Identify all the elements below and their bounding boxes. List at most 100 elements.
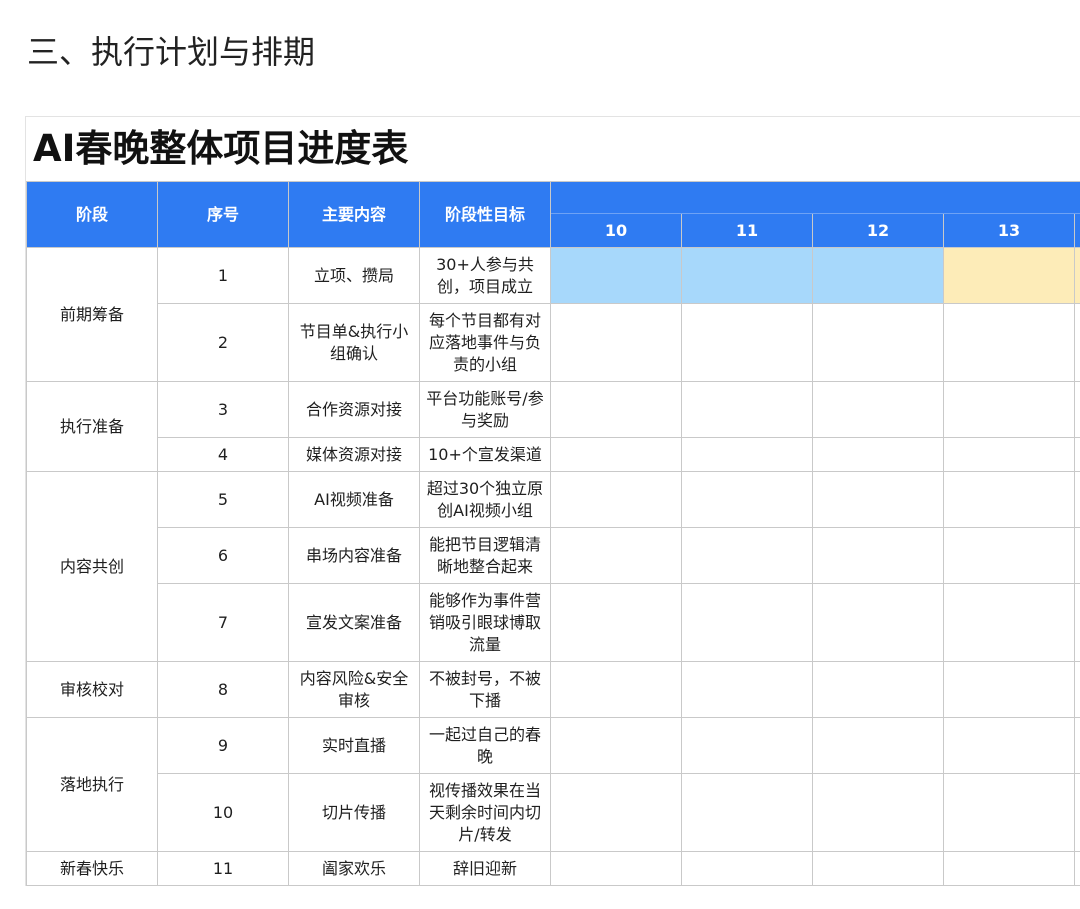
content-cell: 合作资源对接 [288,381,420,438]
gantt-cell [1073,773,1080,852]
goal-cell: 不被封号，不被下播 [419,661,551,718]
table-row: 2 节目单&执行小组确认 每个节目都有对应落地事件与负责的小组 [27,303,1080,382]
section-heading: 三、执行计划与排期 [27,33,316,71]
gantt-cell [1073,437,1080,472]
index-cell: 6 [157,527,289,584]
header-index: 序号 [157,181,289,248]
gantt-cell [1073,583,1080,662]
content-cell: 节目单&执行小组确认 [288,303,420,382]
phase-cell: 新春快乐 [26,851,158,886]
index-cell: 2 [157,303,289,382]
goal-cell: 每个节目都有对应落地事件与负责的小组 [419,303,551,382]
phase-cell: 落地执行 [26,717,158,852]
timeline-header [549,181,1080,214]
gantt-cell [943,437,1075,472]
goal-cell: 超过30个独立原创AI视频小组 [419,471,551,528]
index-cell: 5 [157,471,289,528]
gantt-cell [550,851,682,886]
goal-cell: 平台功能账号/参与奖励 [419,381,551,438]
day-header: 11 [681,213,813,248]
gantt-cell [943,303,1075,382]
gantt-cell [550,381,682,438]
gantt-cell [943,851,1075,886]
gantt-cell-active [681,247,813,304]
day-header: 12 [812,213,944,248]
content-cell: 实时直播 [288,717,420,774]
gantt-cell [1073,717,1080,774]
table-row: 6 串场内容准备 能把节目逻辑清晰地整合起来 [27,527,1080,584]
goal-cell: 能够作为事件营销吸引眼球博取流量 [419,583,551,662]
goal-cell: 10+个宣发渠道 [419,437,551,472]
gantt-cell-active [812,247,944,304]
gantt-cell [681,851,813,886]
index-cell: 11 [157,851,289,886]
goal-cell: 视传播效果在当天剩余时间内切片/转发 [419,773,551,852]
goal-cell: 辞旧迎新 [419,851,551,886]
gantt-cell [943,527,1075,584]
index-cell: 9 [157,717,289,774]
gantt-cell [943,661,1075,718]
gantt-cell [943,773,1075,852]
gantt-cell [550,437,682,472]
content-cell: 串场内容准备 [288,527,420,584]
content-cell: AI视频准备 [288,471,420,528]
gantt-cell [681,773,813,852]
table-row: 执行准备 3 合作资源对接 平台功能账号/参与奖励 [26,381,1080,472]
phase-cell: 内容共创 [26,471,158,662]
day-header [1073,213,1080,248]
content-cell: 内容风险&安全审核 [288,661,420,718]
gantt-cell [681,381,813,438]
content-cell: 立项、攒局 [288,247,420,304]
gantt-cell [1073,851,1080,886]
gantt-cell [812,717,944,774]
phase-cell: 审核校对 [26,661,158,718]
phase-cell: 前期筹备 [26,247,158,382]
gantt-cell [550,661,682,718]
gantt-cell-active [1073,247,1080,304]
content-cell: 媒体资源对接 [288,437,420,472]
gantt-cell [550,471,682,528]
gantt-cell [943,717,1075,774]
gantt-cell [812,437,944,472]
schedule-table: 阶段 序号 主要内容 阶段性目标 10 11 12 13 前期筹备 1 立项、攒… [26,181,1080,886]
header-goal: 阶段性目标 [419,181,551,248]
index-cell: 8 [157,661,289,718]
gantt-cell [550,527,682,584]
table-row: 前期筹备 1 立项、攒局 30+人参与共创，项目成立 [26,247,1080,382]
table-row: 落地执行 9 实时直播 一起过自己的春晚 [26,717,1080,852]
gantt-cell-active [550,247,682,304]
gantt-cell [681,303,813,382]
gantt-cell [681,527,813,584]
gantt-cell [812,851,944,886]
gantt-cell [812,773,944,852]
gantt-cell [1073,381,1080,438]
gantt-cell [812,303,944,382]
phase-cell: 执行准备 [26,381,158,472]
gantt-cell [812,661,944,718]
gantt-cell-active [943,247,1075,304]
table-row: 4 媒体资源对接 10+个宣发渠道 [27,437,1080,472]
gantt-cell [681,471,813,528]
gantt-cell [681,437,813,472]
content-cell: 宣发文案准备 [288,583,420,662]
index-cell: 3 [157,381,289,438]
table-row: 7 宣发文案准备 能够作为事件营销吸引眼球博取流量 [27,583,1080,662]
day-header: 13 [943,213,1075,248]
content-cell: 切片传播 [288,773,420,852]
goal-cell: 一起过自己的春晚 [419,717,551,774]
gantt-cell [681,583,813,662]
index-cell: 1 [157,247,289,304]
header-content: 主要内容 [288,181,420,248]
gantt-cell [812,583,944,662]
goal-cell: 30+人参与共创，项目成立 [419,247,551,304]
content-cell: 阖家欢乐 [288,851,420,886]
gantt-cell [550,583,682,662]
gantt-cell [1073,471,1080,528]
table-row: 10 切片传播 视传播效果在当天剩余时间内切片/转发 [27,773,1080,852]
gantt-cell [1073,303,1080,382]
gantt-cell [681,661,813,718]
gantt-cell [550,303,682,382]
table-row: 审核校对 8 内容风险&安全审核 不被封号，不被下播 [26,661,1080,718]
gantt-cell [1073,661,1080,718]
day-header: 10 [550,213,682,248]
